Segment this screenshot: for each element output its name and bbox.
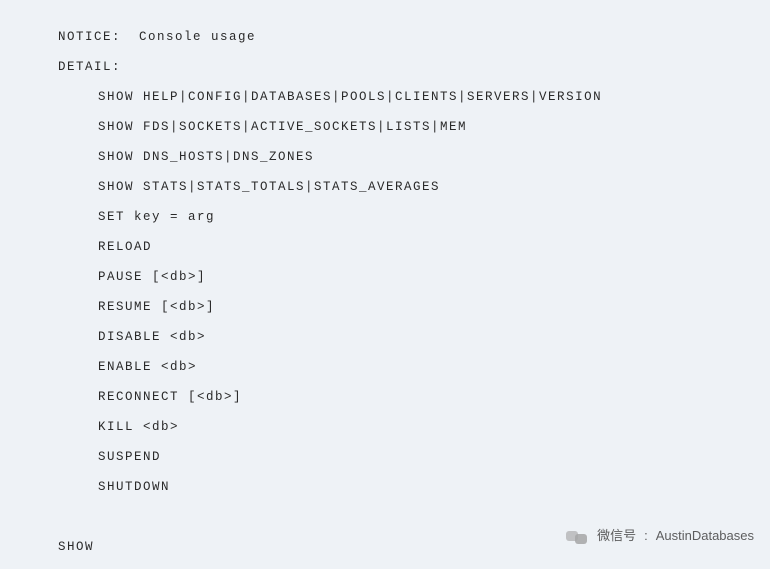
watermark-sep: : [644,521,648,551]
help-line: RELOAD [58,232,770,262]
wechat-watermark: 微信号: AustinDatabases [563,521,754,551]
wechat-icon [563,525,589,547]
help-line: DISABLE <db> [58,322,770,352]
detail-label: DETAIL: [58,52,770,82]
help-line: SHOW DNS_HOSTS|DNS_ZONES [58,142,770,172]
help-line: KILL <db> [58,412,770,442]
console-help-page: NOTICE: Console usage DETAIL: SHOW HELP|… [0,0,770,569]
help-line: RESUME [<db>] [58,292,770,322]
notice-text: Console usage [139,30,256,44]
help-line: ENABLE <db> [58,352,770,382]
help-line: SUSPEND [58,442,770,472]
notice-line: NOTICE: Console usage [58,22,770,52]
watermark-value: AustinDatabases [656,521,754,551]
help-line: SET key = arg [58,202,770,232]
help-line: PAUSE [<db>] [58,262,770,292]
notice-label: NOTICE: [58,30,121,44]
help-line: SHOW HELP|CONFIG|DATABASES|POOLS|CLIENTS… [58,82,770,112]
help-line: SHUTDOWN [58,472,770,502]
help-line: SHOW FDS|SOCKETS|ACTIVE_SOCKETS|LISTS|ME… [58,112,770,142]
watermark-label: 微信号 [597,521,636,551]
help-line: SHOW STATS|STATS_TOTALS|STATS_AVERAGES [58,172,770,202]
help-line: RECONNECT [<db>] [58,382,770,412]
